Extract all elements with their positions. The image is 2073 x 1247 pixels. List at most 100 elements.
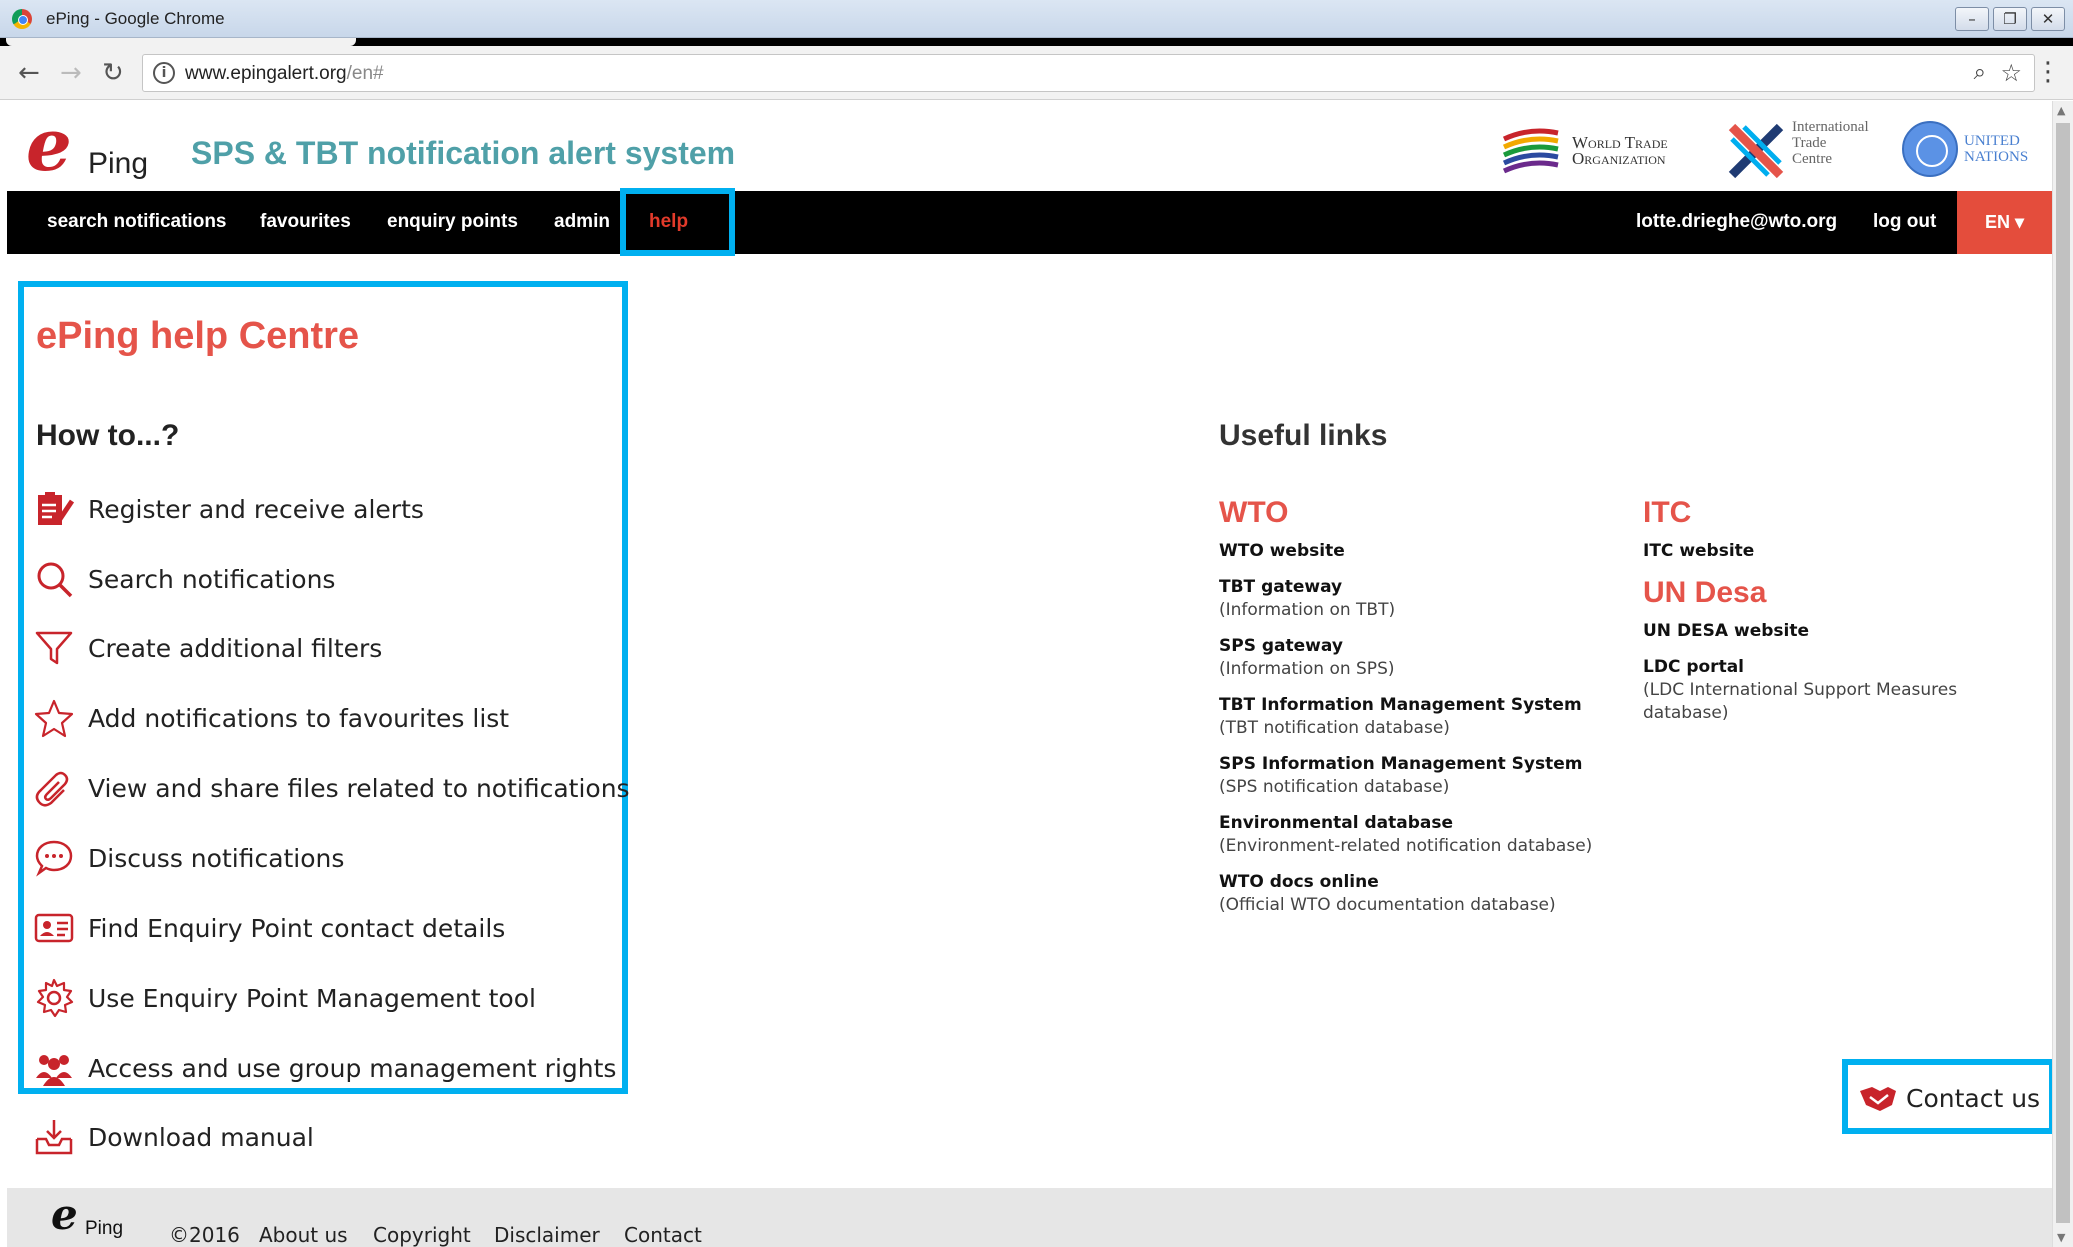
language-selector[interactable]: EN ▾ bbox=[1957, 191, 2052, 254]
footer-copyright: ©2016 bbox=[169, 1223, 240, 1247]
gear-icon bbox=[36, 978, 74, 1018]
link-tbt-gateway[interactable]: TBT gateway (Information on TBT) bbox=[1219, 576, 1639, 622]
restore-button[interactable]: ❐ bbox=[1993, 7, 2027, 31]
howto-download-manual[interactable]: Download manual bbox=[34, 1117, 314, 1157]
link-itc-website[interactable]: ITC website bbox=[1643, 540, 2052, 563]
link-title[interactable]: TBT Information Management System bbox=[1219, 694, 1639, 717]
link-description: (TBT notification database) bbox=[1219, 718, 1450, 738]
link-title[interactable]: WTO docs online bbox=[1219, 871, 1639, 894]
un-name-line1: UNITED bbox=[1964, 133, 2020, 149]
itc-emblem-icon bbox=[1728, 123, 1784, 179]
minimize-button[interactable]: – bbox=[1955, 7, 1989, 31]
link-description: (LDC International Support Measures data… bbox=[1643, 680, 1958, 723]
link-ldc-portal[interactable]: LDC portal (LDC International Support Me… bbox=[1643, 656, 1983, 725]
url-host: www.epingalert.org bbox=[185, 63, 347, 84]
footer-about-us-link[interactable]: About us bbox=[259, 1223, 348, 1247]
itc-name-line1: International bbox=[1792, 119, 1869, 135]
logout-link[interactable]: log out bbox=[1873, 211, 1936, 233]
info-icon[interactable]: i bbox=[153, 62, 175, 84]
zoom-icon[interactable]: ⌕ bbox=[1974, 60, 1986, 85]
url-path: /en# bbox=[346, 63, 384, 84]
nav-admin[interactable]: admin bbox=[554, 211, 610, 233]
contact-card-icon bbox=[34, 913, 74, 943]
howto-label: Add notifications to favourites list bbox=[88, 703, 510, 733]
scroll-down-arrow-icon[interactable]: ▼ bbox=[2057, 1231, 2065, 1244]
link-title[interactable]: ITC website bbox=[1643, 540, 2052, 563]
download-tray-icon bbox=[35, 1120, 73, 1155]
link-title[interactable]: SPS gateway bbox=[1219, 635, 1639, 658]
link-sps-ims[interactable]: SPS Information Management System (SPS n… bbox=[1219, 753, 1639, 799]
howto-view-share-files[interactable]: View and share files related to notifica… bbox=[34, 768, 630, 808]
link-sps-gateway[interactable]: SPS gateway (Information on SPS) bbox=[1219, 635, 1639, 681]
link-title[interactable]: LDC portal bbox=[1643, 656, 1983, 679]
link-title[interactable]: WTO website bbox=[1219, 540, 1639, 563]
footer-copyright-link[interactable]: Copyright bbox=[373, 1223, 471, 1247]
wto-links-column: WTO WTO website TBT gateway (Information… bbox=[1219, 496, 1639, 930]
window-titlebar: ePing - Google Chrome – ❐ ✕ bbox=[0, 0, 2073, 38]
howto-group-management[interactable]: Access and use group management rights bbox=[34, 1048, 616, 1088]
logo-letter: e bbox=[26, 102, 72, 187]
link-title[interactable]: Environmental database bbox=[1219, 812, 1639, 835]
eping-logo[interactable]: e Ping bbox=[26, 109, 148, 181]
bookmark-star-icon[interactable]: ☆ bbox=[2000, 59, 2022, 87]
site-title: SPS & TBT notification alert system bbox=[191, 135, 736, 171]
page-content: e Ping SPS & TBT notification alert syst… bbox=[0, 101, 2052, 1247]
howto-label: Create additional filters bbox=[88, 633, 383, 663]
link-title[interactable]: UN DESA website bbox=[1643, 620, 2052, 643]
chat-bubble-icon bbox=[35, 840, 73, 877]
itc-undesa-links-column: ITC ITC website UN Desa UN DESA website … bbox=[1643, 496, 2052, 738]
logo-text: Ping bbox=[88, 147, 149, 180]
window-controls: – ❐ ✕ bbox=[1955, 7, 2065, 31]
howto-label: View and share files related to notifica… bbox=[88, 773, 630, 803]
scroll-up-arrow-icon[interactable]: ▲ bbox=[2057, 104, 2065, 117]
active-tab[interactable] bbox=[6, 38, 356, 46]
howto-create-filters[interactable]: Create additional filters bbox=[34, 628, 382, 668]
footer-contact-link[interactable]: Contact bbox=[624, 1223, 702, 1247]
help-centre-title: ePing help Centre bbox=[36, 315, 360, 357]
footer-logo[interactable]: e Ping bbox=[51, 1194, 123, 1240]
reload-icon[interactable]: ↻ bbox=[102, 58, 124, 88]
link-wto-website[interactable]: WTO website bbox=[1219, 540, 1639, 563]
nav-search-notifications[interactable]: search notifications bbox=[47, 211, 227, 233]
howto-register-alerts[interactable]: Register and receive alerts bbox=[34, 489, 424, 529]
star-icon bbox=[34, 699, 74, 738]
nav-favourites[interactable]: favourites bbox=[260, 211, 351, 233]
itc-logo[interactable]: International Trade Centre bbox=[1726, 119, 1869, 185]
address-bar[interactable]: i www.epingalert.org/en# ⌕ ☆ bbox=[142, 54, 2035, 92]
un-logo[interactable]: UNITED NATIONS bbox=[1902, 121, 2028, 177]
link-tbt-ims[interactable]: TBT Information Management System (TBT n… bbox=[1219, 694, 1639, 740]
howto-label: Search notifications bbox=[88, 564, 336, 594]
howto-find-enquiry-point[interactable]: Find Enquiry Point contact details bbox=[34, 908, 505, 948]
nav-enquiry-points[interactable]: enquiry points bbox=[387, 211, 518, 233]
link-description: (SPS notification database) bbox=[1219, 777, 1450, 797]
search-icon bbox=[37, 562, 73, 598]
browser-menu-icon[interactable]: ⋮ bbox=[2035, 57, 2061, 87]
forward-arrow-icon[interactable]: → bbox=[60, 58, 82, 88]
clipboard-edit-icon bbox=[38, 492, 74, 525]
help-tab-highlight bbox=[620, 188, 735, 256]
itc-name-line3: Centre bbox=[1792, 151, 1832, 167]
useful-links-heading: Useful links bbox=[1219, 419, 1388, 452]
url-text[interactable]: www.epingalert.org/en# bbox=[185, 63, 384, 85]
contact-us-label: Contact us bbox=[1906, 1083, 2041, 1113]
page-scrollbar[interactable]: ▲ ▼ bbox=[2052, 101, 2073, 1247]
link-wto-docs-online[interactable]: WTO docs online (Official WTO documentat… bbox=[1219, 871, 1639, 917]
wto-name-line2: Organization bbox=[1572, 149, 1666, 168]
howto-search-notifications[interactable]: Search notifications bbox=[34, 559, 335, 599]
howto-add-favourites[interactable]: Add notifications to favourites list bbox=[34, 698, 509, 738]
link-title[interactable]: TBT gateway bbox=[1219, 576, 1639, 599]
link-environmental-database[interactable]: Environmental database (Environment-rela… bbox=[1219, 812, 1639, 858]
tab-strip bbox=[0, 38, 2073, 46]
user-email[interactable]: lotte.drieghe@wto.org bbox=[1636, 211, 1837, 233]
close-button[interactable]: ✕ bbox=[2031, 7, 2065, 31]
back-arrow-icon[interactable]: ← bbox=[18, 58, 40, 88]
scrollbar-thumb[interactable] bbox=[2056, 123, 2070, 1223]
un-emblem-icon bbox=[1902, 121, 1958, 177]
howto-discuss-notifications[interactable]: Discuss notifications bbox=[34, 838, 344, 878]
contact-us-button[interactable]: Contact us bbox=[1852, 1068, 2048, 1128]
group-icon bbox=[36, 1055, 72, 1086]
link-title[interactable]: SPS Information Management System bbox=[1219, 753, 1639, 776]
link-undesa-website[interactable]: UN DESA website bbox=[1643, 620, 2052, 643]
footer-disclaimer-link[interactable]: Disclaimer bbox=[494, 1223, 600, 1247]
howto-enquiry-point-tool[interactable]: Use Enquiry Point Management tool bbox=[34, 978, 536, 1018]
